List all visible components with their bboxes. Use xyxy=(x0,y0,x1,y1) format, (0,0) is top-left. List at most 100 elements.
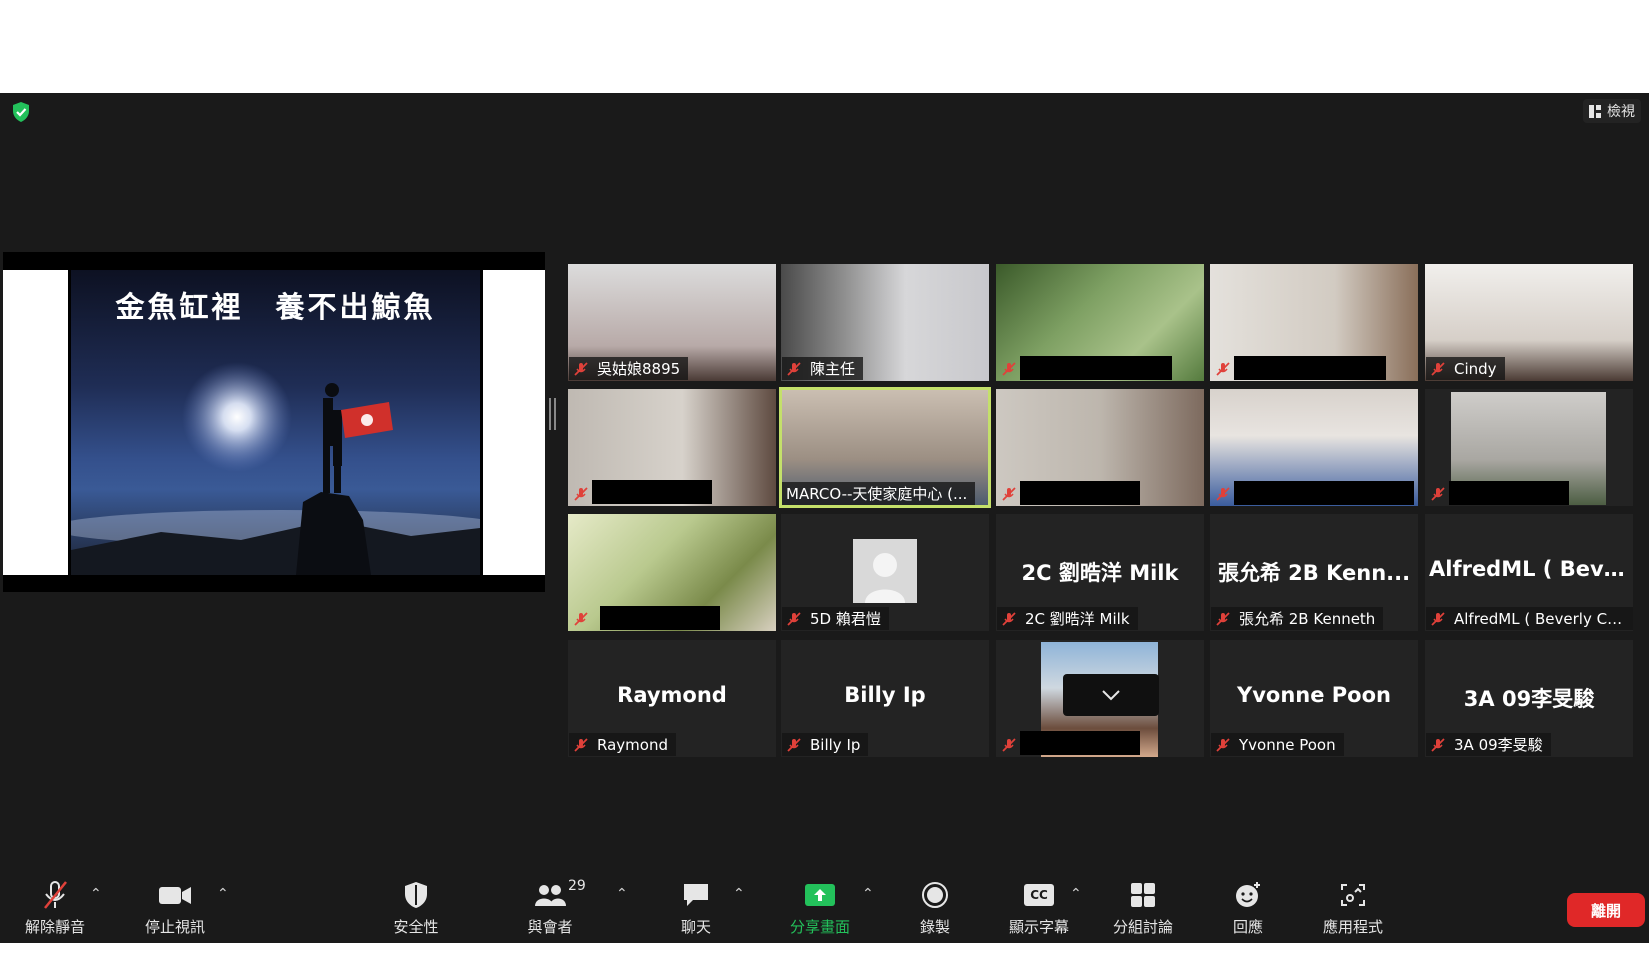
participant-tile[interactable]: 5D 賴君愷 xyxy=(781,514,989,631)
participant-tile[interactable] xyxy=(996,264,1204,381)
mic-muted-icon xyxy=(787,737,801,752)
stop-video-button[interactable]: 停止視訊 xyxy=(135,880,215,937)
participant-tile[interactable]: Billy Ip Billy Ip xyxy=(781,640,989,757)
security-label: 安全性 xyxy=(393,918,439,936)
encryption-shield-icon[interactable] xyxy=(10,101,32,123)
split-view-divider-handle[interactable] xyxy=(549,398,556,430)
record-button[interactable]: 錄製 xyxy=(895,880,975,937)
security-button[interactable]: 安全性 xyxy=(376,880,456,937)
participant-name: MARCO--天使家庭中心 (... xyxy=(786,485,968,503)
stop-video-label: 停止視訊 xyxy=(144,918,205,936)
participants-icon xyxy=(535,885,566,906)
chat-label: 聊天 xyxy=(680,918,711,936)
participant-display-name: Yvonne Poon xyxy=(1237,683,1391,707)
captions-label: 顯示字幕 xyxy=(1008,918,1069,936)
participant-name-label: 5D 賴君愷 xyxy=(782,607,889,630)
mic-muted-icon xyxy=(1431,737,1445,752)
participant-name-label xyxy=(569,482,605,505)
participant-tile-active-speaker[interactable]: MARCO--天使家庭中心 (... xyxy=(779,387,991,508)
mountain-flag-illustration xyxy=(71,362,480,575)
participant-tile[interactable]: Yvonne Poon Yvonne Poon xyxy=(1210,640,1418,757)
view-button[interactable]: 檢視 xyxy=(1583,99,1641,123)
participant-name-label xyxy=(1211,482,1247,505)
participant-tile[interactable] xyxy=(1210,389,1418,506)
reaction-emoji-icon xyxy=(1236,882,1260,907)
participant-name-label: Billy Ip xyxy=(782,733,869,756)
participant-tile[interactable]: 2C 劉晧洋 Milk 2C 劉晧洋 Milk xyxy=(996,514,1204,631)
participant-tile[interactable]: 陳主任 xyxy=(781,264,989,381)
breakout-rooms-grid-icon xyxy=(1131,883,1155,907)
share-options-caret-icon[interactable]: ⌃ xyxy=(862,886,874,902)
chat-button[interactable]: 聊天 xyxy=(656,880,736,937)
audio-options-caret-icon[interactable]: ⌃ xyxy=(90,886,102,902)
next-page-button[interactable] xyxy=(1063,674,1159,716)
participant-tile[interactable]: 吳姑娘8895 xyxy=(568,264,776,381)
participant-name: AlfredML ( Beverly Cha... xyxy=(1454,609,1626,628)
participant-display-name: Billy Ip xyxy=(844,683,926,707)
mic-muted-icon xyxy=(574,737,588,752)
apps-icon xyxy=(1341,884,1365,906)
breakout-rooms-button[interactable]: 分組討論 xyxy=(1103,880,1183,937)
mic-muted-icon xyxy=(1216,486,1230,501)
participants-button[interactable]: 29 與會者 xyxy=(510,878,590,937)
redaction-box xyxy=(600,606,720,630)
mic-muted-icon xyxy=(787,611,801,626)
participant-name-label: 吳姑娘8895 xyxy=(569,357,689,380)
participant-tile[interactable] xyxy=(996,389,1204,506)
participant-name-label: 3A 09李旻駿 xyxy=(1426,733,1551,756)
security-shield-icon xyxy=(405,882,427,908)
bottom-whitespace xyxy=(0,943,1649,960)
apps-button[interactable]: 應用程式 xyxy=(1313,880,1393,937)
mic-muted-icon xyxy=(1002,611,1016,626)
participant-tile[interactable]: 3A 09李旻駿 3A 09李旻駿 xyxy=(1425,640,1633,757)
mic-muted-icon xyxy=(787,361,801,376)
participant-display-name: 3A 09李旻駿 xyxy=(1463,687,1595,711)
participant-name: Cindy xyxy=(1454,359,1497,378)
redaction-box xyxy=(1020,356,1172,380)
participant-name-label: Raymond xyxy=(569,733,676,756)
chat-options-caret-icon[interactable]: ⌃ xyxy=(733,886,745,902)
chevron-down-icon xyxy=(1102,690,1120,701)
participant-tile[interactable]: AlfredML ( Beve... AlfredML ( Beverly Ch… xyxy=(1425,514,1633,631)
mic-muted-icon xyxy=(1431,611,1445,626)
participant-name-label: 陳主任 xyxy=(782,357,864,380)
participant-tile[interactable] xyxy=(568,389,776,506)
video-options-caret-icon[interactable]: ⌃ xyxy=(217,886,229,902)
participant-name: 陳主任 xyxy=(810,360,856,378)
participant-name: 張允希 2B Kenneth xyxy=(1239,610,1376,628)
participant-name-label xyxy=(997,357,1033,380)
participant-name: 吳姑娘8895 xyxy=(597,360,681,378)
slide-left-margin xyxy=(3,270,68,575)
redaction-box xyxy=(1020,731,1140,755)
participant-tile[interactable] xyxy=(1425,389,1633,506)
participant-name: 5D 賴君愷 xyxy=(810,610,881,628)
mic-muted-icon xyxy=(574,486,588,501)
participant-display-name: Raymond xyxy=(617,683,727,707)
share-screen-button[interactable]: 分享畫面 xyxy=(780,880,860,937)
participant-name-label: Cindy xyxy=(1426,357,1505,380)
participant-count-badge: 29 xyxy=(568,878,586,894)
participant-name-label xyxy=(569,607,605,630)
participant-tile[interactable]: Raymond Raymond xyxy=(568,640,776,757)
participants-label: 與會者 xyxy=(527,918,573,936)
participant-tile[interactable] xyxy=(1210,264,1418,381)
reactions-button[interactable]: 回應 xyxy=(1208,880,1288,937)
participant-tile[interactable]: 張允希 2B Kenn... 張允希 2B Kenneth xyxy=(1210,514,1418,631)
view-grid-icon xyxy=(1589,104,1601,118)
captions-options-caret-icon[interactable]: ⌃ xyxy=(1070,886,1082,902)
participant-name-label: AlfredML ( Beverly Cha... xyxy=(1426,607,1633,630)
redaction-box xyxy=(1234,356,1386,380)
participant-name-label: MARCO--天使家庭中心 (... xyxy=(782,482,976,505)
share-screen-label: 分享畫面 xyxy=(789,918,850,936)
mic-muted-icon xyxy=(1002,486,1016,501)
shared-screen[interactable]: 金魚缸裡 養不出鯨魚 xyxy=(3,252,545,592)
participant-tile[interactable]: Cindy xyxy=(1425,264,1633,381)
captions-button[interactable]: CC 顯示字幕 xyxy=(999,880,1079,937)
participant-name-label xyxy=(997,733,1033,756)
participants-options-caret-icon[interactable]: ⌃ xyxy=(616,886,628,902)
record-label: 錄製 xyxy=(919,918,950,936)
unmute-button[interactable]: 解除靜音 xyxy=(15,880,95,937)
participant-tile[interactable] xyxy=(568,514,776,631)
leave-meeting-button[interactable]: 離開 xyxy=(1567,893,1645,927)
mic-muted-icon xyxy=(574,361,588,376)
